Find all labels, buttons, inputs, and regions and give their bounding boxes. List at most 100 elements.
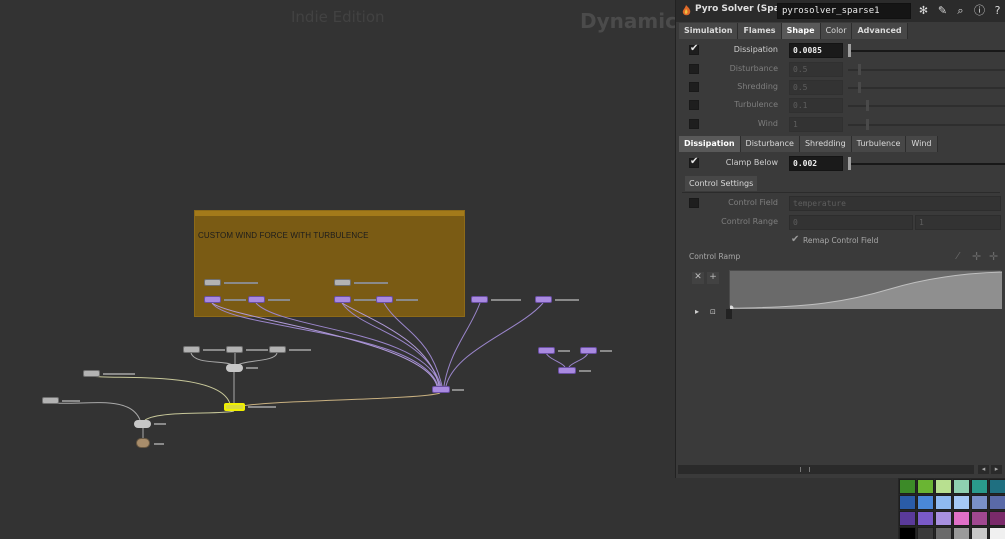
color-swatch[interactable] <box>917 495 934 510</box>
shredding-field[interactable]: 0.5 <box>789 80 843 95</box>
network-node[interactable] <box>83 370 100 377</box>
shredding-slider-handle[interactable] <box>858 82 861 93</box>
color-swatch[interactable] <box>935 511 952 526</box>
merge-node[interactable] <box>134 420 151 428</box>
network-node[interactable] <box>204 296 221 303</box>
help-icon[interactable]: ? <box>990 3 1005 18</box>
color-swatch[interactable] <box>953 511 970 526</box>
control-ramp-editor[interactable] <box>728 270 1003 311</box>
ramp-remove-point-icon[interactable]: ✕ <box>692 272 704 284</box>
tab-shredding[interactable]: Shredding <box>799 136 852 152</box>
pyrosolver-node[interactable] <box>224 403 245 411</box>
clamp-below-field[interactable]: 0.002 <box>789 156 843 171</box>
turbulence-slider-handle[interactable] <box>866 100 869 111</box>
output-node[interactable] <box>136 438 150 448</box>
color-swatch[interactable] <box>989 479 1005 494</box>
ramp-marker[interactable] <box>726 309 732 319</box>
disturbance-field[interactable]: 0.5 <box>789 62 843 77</box>
network-node[interactable] <box>204 279 221 286</box>
color-swatch[interactable] <box>989 511 1005 526</box>
ramp-add-icon[interactable]: ✛ <box>972 250 981 263</box>
color-swatch[interactable] <box>917 527 934 539</box>
network-node[interactable] <box>183 346 200 353</box>
node-name-field[interactable]: pyrosolver_sparse1 <box>777 3 911 19</box>
merge-node[interactable] <box>432 386 450 393</box>
horizontal-scrollbar[interactable] <box>678 465 974 474</box>
network-node[interactable] <box>376 296 393 303</box>
color-swatch[interactable] <box>899 495 916 510</box>
tab-wind[interactable]: Wind <box>906 136 938 152</box>
tab-dissipation[interactable]: Dissipation <box>679 136 741 152</box>
link-icon[interactable]: ⊡ <box>710 308 716 316</box>
color-swatch[interactable] <box>935 479 952 494</box>
disturbance-slider[interactable] <box>848 69 1005 71</box>
network-node[interactable] <box>580 347 597 354</box>
tab-turbulence[interactable]: Turbulence <box>851 136 907 152</box>
dissipation-slider[interactable] <box>848 50 1005 52</box>
color-swatch[interactable] <box>917 511 934 526</box>
network-node[interactable] <box>471 296 488 303</box>
merge-node[interactable] <box>226 364 243 372</box>
turbulence-checkbox[interactable] <box>689 100 699 110</box>
brush-icon[interactable]: ✎ <box>935 3 950 18</box>
control-field-input[interactable]: temperature <box>789 196 1001 211</box>
search-icon[interactable]: ⌕ <box>953 3 968 18</box>
tab-simulation[interactable]: Simulation <box>679 23 739 39</box>
network-node[interactable] <box>334 296 351 303</box>
info-icon[interactable]: ⓘ <box>972 3 987 18</box>
color-swatch[interactable] <box>971 511 988 526</box>
color-swatch[interactable] <box>953 495 970 510</box>
network-node[interactable] <box>334 279 351 286</box>
play-icon[interactable]: ▸ <box>695 307 699 316</box>
dissipation-checkbox[interactable] <box>689 43 699 55</box>
network-node[interactable] <box>269 346 286 353</box>
ramp-more-icon[interactable]: ✛ <box>989 250 998 263</box>
clamp-below-checkbox[interactable] <box>689 156 699 168</box>
control-range-max-field[interactable]: 1 <box>915 215 1001 230</box>
color-swatch[interactable] <box>899 527 916 539</box>
color-swatch[interactable] <box>953 479 970 494</box>
color-swatch[interactable] <box>917 479 934 494</box>
network-node[interactable] <box>535 296 552 303</box>
control-field-checkbox[interactable] <box>689 198 699 208</box>
color-swatch[interactable] <box>989 527 1005 539</box>
ramp-add-point-icon[interactable]: + <box>707 272 719 284</box>
wind-checkbox[interactable] <box>689 119 699 129</box>
remap-checkmark-icon[interactable]: ✔ <box>791 234 799 245</box>
dissipation-field[interactable]: 0.0085 <box>789 43 843 58</box>
clamp-below-slider-handle[interactable] <box>848 157 851 170</box>
wind-field[interactable]: 1 <box>789 117 843 132</box>
network-node[interactable] <box>42 397 59 404</box>
turbulence-slider[interactable] <box>848 105 1005 107</box>
gear-icon[interactable]: ✻ <box>916 3 931 18</box>
control-settings-folder[interactable]: Control Settings <box>685 176 758 191</box>
control-range-min-field[interactable]: 0 <box>789 215 913 230</box>
color-swatch[interactable] <box>971 479 988 494</box>
shredding-checkbox[interactable] <box>689 82 699 92</box>
color-swatch[interactable] <box>953 527 970 539</box>
disturbance-checkbox[interactable] <box>689 64 699 74</box>
ramp-edit-icon[interactable]: ⁄ <box>957 251 959 262</box>
wind-slider[interactable] <box>848 124 1005 126</box>
shredding-slider[interactable] <box>848 87 1005 89</box>
scrollbar-grip-icon[interactable] <box>800 467 810 472</box>
tab-shape[interactable]: Shape <box>781 23 821 39</box>
tab-advanced[interactable]: Advanced <box>852 23 908 39</box>
disturbance-slider-handle[interactable] <box>858 64 861 75</box>
tab-color[interactable]: Color <box>820 23 853 39</box>
color-swatch[interactable] <box>989 495 1005 510</box>
scroll-left-icon[interactable]: ◂ <box>978 465 989 474</box>
color-swatch[interactable] <box>899 479 916 494</box>
merge-node[interactable] <box>558 367 576 374</box>
network-node[interactable] <box>226 346 243 353</box>
color-swatch[interactable] <box>899 511 916 526</box>
network-editor[interactable]: Indie Edition Dynamics CUSTOM WIND FORCE… <box>0 0 675 539</box>
tab-disturbance[interactable]: Disturbance <box>740 136 800 152</box>
dissipation-slider-handle[interactable] <box>848 44 851 57</box>
turbulence-field[interactable]: 0.1 <box>789 98 843 113</box>
color-swatch[interactable] <box>971 495 988 510</box>
scroll-right-icon[interactable]: ▸ <box>991 465 1002 474</box>
wind-slider-handle[interactable] <box>866 119 869 130</box>
network-node[interactable] <box>538 347 555 354</box>
tab-flames[interactable]: Flames <box>738 23 782 39</box>
